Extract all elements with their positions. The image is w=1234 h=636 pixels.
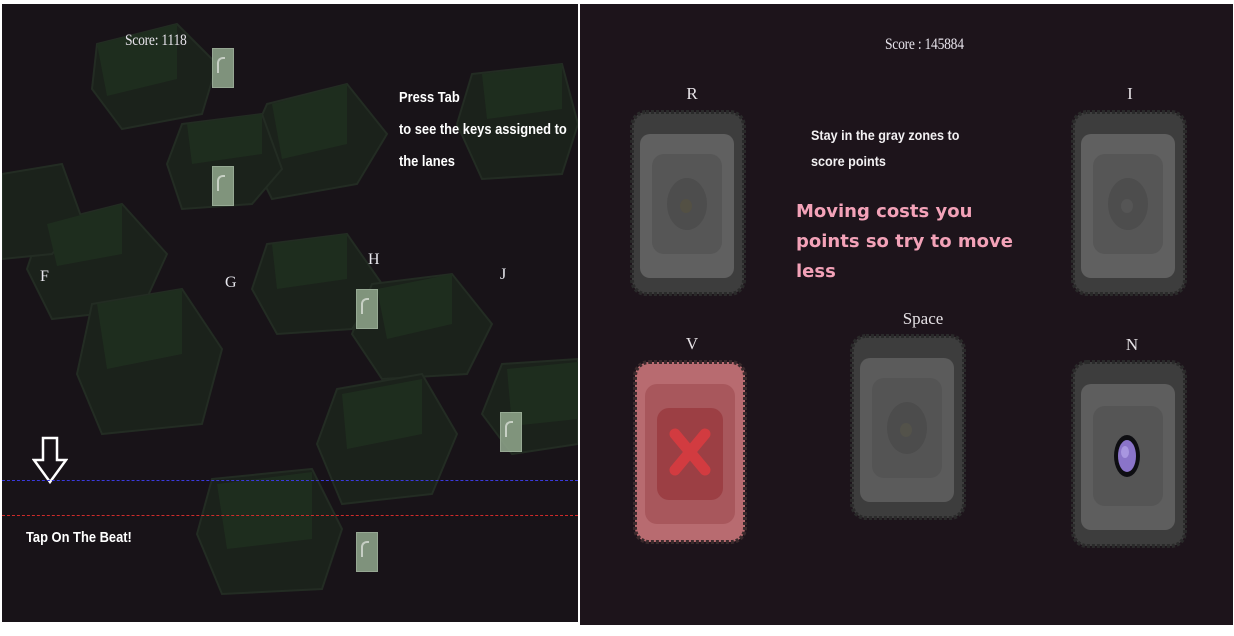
tile-label-i: I <box>1127 84 1133 103</box>
player-orb-icon <box>1114 435 1140 477</box>
down-arrow-icon <box>32 436 68 485</box>
info-line-1: Stay in the gray zones to <box>811 127 960 143</box>
tile-label-r: R <box>686 84 698 103</box>
hint-title: Press Tab <box>399 89 460 106</box>
note-block-icon <box>212 166 234 206</box>
warning-line-2: points so try to move <box>796 231 1013 252</box>
hint-line-1: to see the keys assigned to <box>399 121 567 138</box>
tap-instruction: Tap On The Beat! <box>26 529 132 546</box>
zone-tile-r <box>630 110 746 296</box>
zone-tile-space <box>850 334 966 520</box>
zone-tile-v <box>633 360 747 544</box>
tile-label-v: V <box>685 334 699 353</box>
note-block-icon <box>356 289 378 329</box>
note-block-icon <box>500 412 522 452</box>
rhythm-game-panel: Score: 1118 Press Tab to see the keys as… <box>2 4 578 622</box>
timing-line-blue <box>2 480 578 481</box>
timing-line-red <box>2 515 578 516</box>
tile-label-space: Space <box>902 309 944 328</box>
lane-key-f: F <box>40 268 49 285</box>
hint-line-2: the lanes <box>399 153 455 170</box>
note-block-icon <box>212 48 234 88</box>
score-display: Score: 1118 <box>125 32 187 49</box>
info-line-2: score points <box>811 153 886 169</box>
zone-tile-i <box>1071 110 1187 296</box>
score-display: Score : 145884 <box>885 36 964 53</box>
zone-tile-n <box>1071 360 1187 548</box>
tile-label-n: N <box>1125 335 1139 354</box>
lane-key-j: J <box>500 266 507 283</box>
lane-key-g: G <box>225 274 237 291</box>
note-block-icon <box>356 532 378 572</box>
lane-key-h: H <box>368 251 380 268</box>
warning-line-3: less <box>796 261 836 282</box>
zone-game-panel: Score : 145884 R I V Space N Stay in the… <box>580 4 1233 625</box>
warning-line-1: Moving costs you <box>796 201 973 222</box>
